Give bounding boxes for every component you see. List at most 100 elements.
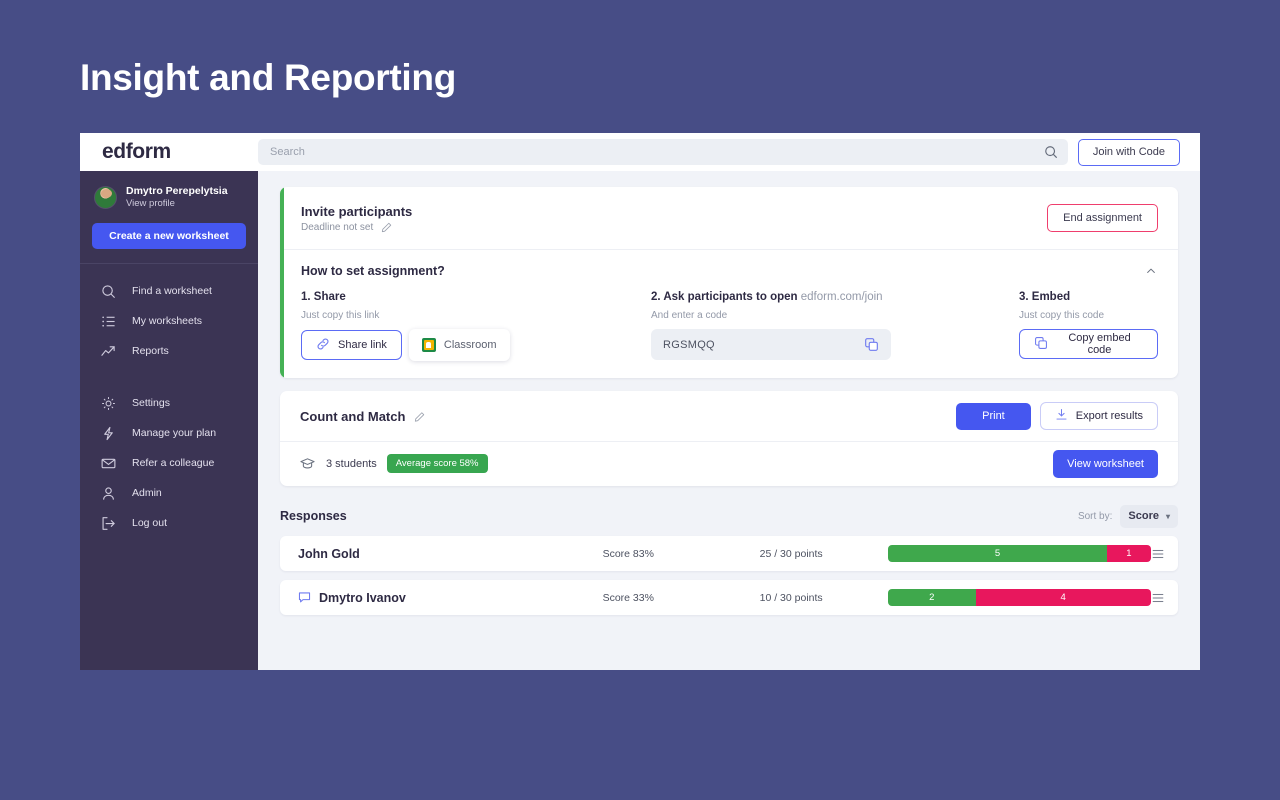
step-code: 2. Ask participants to open edform.com/j… [651, 291, 1019, 361]
view-worksheet-button[interactable]: View worksheet [1053, 449, 1158, 478]
responses-header: Responses Sort by: Score ▾ [280, 504, 1178, 528]
step-3-subtitle: Just copy this code [1019, 310, 1105, 321]
avatar [94, 186, 117, 209]
search-field[interactable] [258, 139, 1068, 165]
export-results-button[interactable]: Export results [1039, 402, 1158, 430]
step-2-title: 2. Ask participants to open edform.com/j… [651, 291, 1019, 303]
sidebar-item-admin[interactable]: Admin [80, 478, 258, 508]
correct-segment: 2 [888, 589, 976, 606]
share-link-label: Share link [338, 339, 387, 351]
link-icon [316, 337, 330, 354]
list-icon [100, 313, 116, 329]
invite-participants-card: Invite participants Deadline not set End… [280, 187, 1178, 378]
table-row[interactable]: John Gold Score 83% 25 / 30 points 5 1 [280, 536, 1178, 571]
step-1-subtitle: Just copy this link [301, 310, 380, 321]
print-button[interactable]: Print [956, 402, 1031, 430]
join-code-value: RGSMQQ [663, 338, 715, 351]
sidebar-item-settings[interactable]: Settings [80, 388, 258, 418]
gear-icon [100, 395, 116, 411]
sidebar-item-label: My worksheets [132, 315, 203, 327]
app-logo[interactable]: edform [80, 140, 258, 164]
incorrect-segment: 1 [1106, 545, 1151, 562]
table-row[interactable]: Dmytro Ivanov Score 33% 10 / 30 points 2… [280, 580, 1178, 615]
google-classroom-button[interactable]: Classroom [408, 329, 510, 361]
invite-title: Invite participants [301, 203, 413, 219]
sidebar-item-label: Find a worksheet [132, 285, 212, 297]
sort-by-value: Score [1128, 510, 1159, 522]
top-bar: edform Join with Code [80, 133, 1200, 171]
sidebar-item-label: Admin [132, 487, 162, 499]
export-results-label: Export results [1075, 410, 1143, 422]
trend-up-icon [100, 343, 116, 359]
sidebar-item-reports[interactable]: Reports [80, 336, 258, 366]
chevron-up-icon[interactable] [1144, 264, 1158, 278]
how-to-header[interactable]: How to set assignment? [301, 264, 1158, 278]
profile-block[interactable]: Dmytro Perepelytsia View profile [80, 171, 258, 210]
step-2-title-bold: 2. Ask participants to open [651, 291, 798, 303]
row-menu-icon[interactable] [1151, 546, 1166, 562]
status-accent-bar [280, 187, 284, 378]
view-profile-link[interactable]: View profile [126, 198, 228, 210]
google-classroom-icon [421, 338, 436, 352]
envelope-icon [100, 455, 116, 471]
pencil-icon[interactable] [414, 411, 425, 422]
comment-bubble-icon[interactable] [298, 591, 311, 604]
worksheet-actions: Print Export results [956, 402, 1158, 430]
score-bar: 2 4 [888, 589, 1151, 606]
student-name: John Gold [298, 547, 603, 561]
sidebar-item-label: Refer a colleague [132, 457, 215, 469]
worksheet-stats-row: 3 students Average score 58% View worksh… [280, 442, 1178, 485]
sidebar-item-label: Log out [132, 517, 168, 529]
sidebar-nav: Find a worksheet My worksheets Reports S… [80, 264, 258, 538]
sidebar: Dmytro Perepelytsia View profile Create … [80, 171, 258, 670]
student-points: 10 / 30 points [759, 591, 823, 604]
search-input[interactable] [258, 139, 1068, 165]
sidebar-item-label: Settings [132, 397, 170, 409]
share-link-button[interactable]: Share link [301, 330, 402, 360]
profile-name: Dmytro Perepelytsia [126, 185, 228, 197]
worksheet-title: Count and Match [300, 408, 406, 424]
sidebar-item-find-a-worksheet[interactable]: Find a worksheet [80, 276, 258, 306]
steps-row: 1. Share Just copy this link Share link … [301, 291, 1158, 361]
join-with-code-button[interactable]: Join with Code [1077, 138, 1180, 166]
create-new-worksheet-button[interactable]: Create a new worksheet [92, 223, 246, 249]
search-icon[interactable] [1044, 145, 1058, 159]
step-3-title: 3. Embed [1019, 291, 1071, 303]
student-name-text: John Gold [298, 546, 360, 561]
copy-icon[interactable] [864, 337, 879, 352]
deadline-row: Deadline not set [301, 222, 412, 233]
row-menu-icon[interactable] [1151, 590, 1166, 606]
score-bar: 5 1 [888, 545, 1151, 562]
sidebar-item-my-worksheets[interactable]: My worksheets [80, 306, 258, 336]
join-url: edform.com/join [800, 291, 883, 303]
step-1-title: 1. Share [301, 291, 346, 303]
pencil-icon[interactable] [381, 222, 392, 233]
student-count: 3 students [326, 457, 377, 470]
copy-icon [1034, 336, 1048, 353]
end-assignment-button[interactable]: End assignment [1047, 204, 1158, 232]
sort-by-select[interactable]: Score ▾ [1120, 504, 1178, 528]
sidebar-item-refer-a-colleague[interactable]: Refer a colleague [80, 448, 258, 478]
how-to-section: How to set assignment? 1. Share Just cop… [280, 250, 1178, 361]
responses-heading: Responses [280, 509, 347, 523]
worksheet-card: Count and Match Print Export results 3 s… [280, 391, 1178, 486]
worksheet-stats: 3 students Average score 58% [300, 454, 488, 473]
copy-embed-code-button[interactable]: Copy embed code [1019, 329, 1158, 359]
student-name: Dmytro Ivanov [298, 591, 603, 605]
how-to-title: How to set assignment? [301, 264, 445, 278]
student-score: Score 33% [602, 591, 654, 604]
step-2-subtitle: And enter a code [651, 310, 728, 321]
user-icon [100, 485, 116, 501]
join-code-field[interactable]: RGSMQQ [651, 329, 891, 360]
student-points: 25 / 30 points [759, 547, 823, 560]
incorrect-segment: 4 [975, 589, 1151, 606]
deadline-text: Deadline not set [301, 221, 374, 233]
sidebar-item-manage-your-plan[interactable]: Manage your plan [80, 418, 258, 448]
correct-segment: 5 [888, 545, 1107, 562]
sort-control: Sort by: Score ▾ [1077, 504, 1178, 528]
student-score: Score 83% [602, 547, 654, 560]
sort-by-label: Sort by: [1077, 510, 1113, 522]
copy-embed-label: Copy embed code [1068, 332, 1131, 356]
sidebar-item-log-out[interactable]: Log out [80, 508, 258, 538]
worksheet-header: Count and Match Print Export results [280, 391, 1178, 442]
